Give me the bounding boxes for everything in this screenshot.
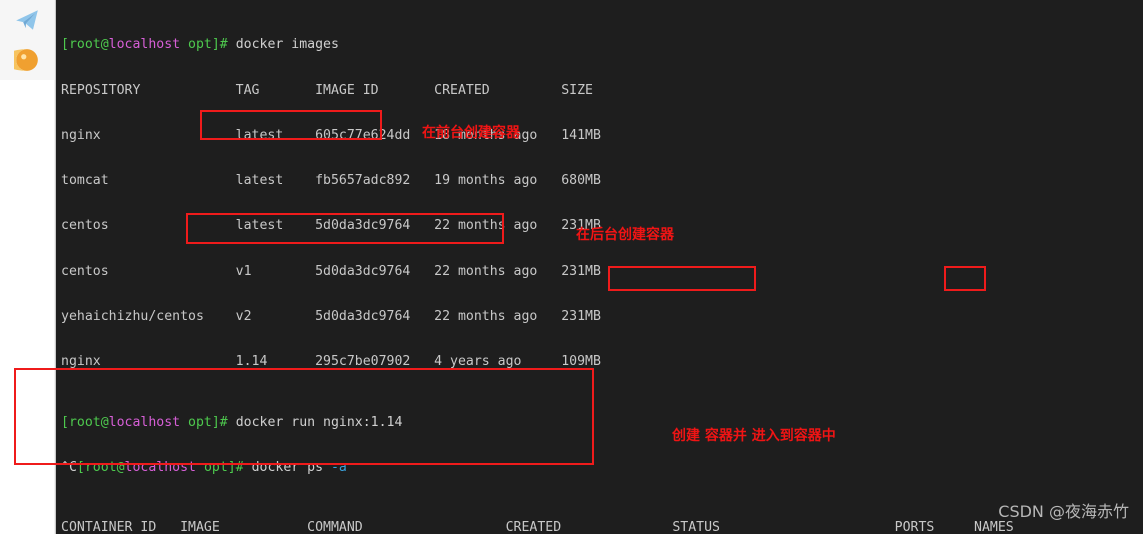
terminal-line: yehaichizhu/centos v2 5d0da3dc9764 22 mo… xyxy=(61,308,601,324)
terminal-line: REPOSITORY TAG IMAGE ID CREATED SIZE xyxy=(61,82,593,98)
terminal-line: [root@localhost opt]# docker run nginx:1… xyxy=(61,414,403,430)
terminal-line: nginx 1.14 295c7be07902 4 years ago 109M… xyxy=(61,354,601,370)
watermark: CSDN @夜海赤竹 xyxy=(998,502,1129,521)
terminal-line: centos v1 5d0da3dc9764 22 months ago 231… xyxy=(61,263,601,279)
terminal-line: CONTAINER ID IMAGE COMMAND CREATED STATU… xyxy=(61,520,1014,534)
terminal-window[interactable]: [root@localhost opt]# docker images REPO… xyxy=(56,0,1143,534)
terminal-line: tomcat latest fb5657adc892 19 months ago… xyxy=(61,173,601,189)
terminal-output: [root@localhost opt]# docker images REPO… xyxy=(61,0,1141,534)
browser-globe-icon xyxy=(14,49,38,71)
annotation-label-background: 在后台创建容器 xyxy=(576,227,674,243)
annotation-label-enter-container: 创建 容器并 进入到容器中 xyxy=(672,428,836,444)
annotation-label-foreground: 在前台创建容器 xyxy=(422,125,520,141)
desktop-sidebar xyxy=(0,0,56,534)
screenshot-root: [root@localhost opt]# docker images REPO… xyxy=(0,0,1143,534)
desktop-empty-area xyxy=(0,120,54,534)
terminal-line: ^C[root@localhost opt]# docker ps -a xyxy=(61,459,347,475)
desktop-icon-slot-3[interactable] xyxy=(0,80,54,121)
terminal-line: nginx latest 605c77e624dd 18 months ago … xyxy=(61,127,601,143)
desktop-icon-telegram[interactable] xyxy=(0,0,54,41)
telegram-icon xyxy=(16,10,38,30)
desktop-icon-browser[interactable] xyxy=(0,40,54,81)
terminal-line: [root@localhost opt]# docker images xyxy=(61,37,339,53)
